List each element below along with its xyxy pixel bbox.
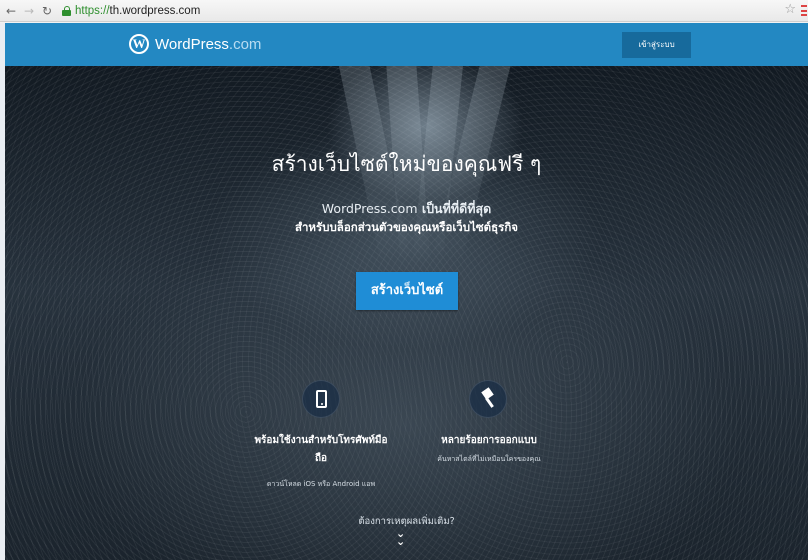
brand-logo-link[interactable]: W WordPress.com	[129, 34, 261, 54]
feature-mobile-title: พร้อมใช้งานสำหรับโทรศัพท์มือ ถือ	[248, 432, 394, 468]
bookmark-star-icon[interactable]: ☆	[784, 2, 796, 17]
hero-subtitle-line2: สำหรับบล็อกส่วนตัวของคุณหรือเว็บไซต์ธุรก…	[294, 220, 519, 234]
back-arrow-icon[interactable]: ←	[4, 4, 18, 18]
feature-mobile-title-line1: พร้อมใช้งานสำหรับโทรศัพท์มือ	[254, 435, 388, 446]
paintbrush-icon	[481, 387, 495, 409]
lock-icon	[62, 5, 71, 16]
feature-mobile-title-line2: ถือ	[314, 453, 328, 464]
url-scheme: https://	[75, 4, 110, 17]
browser-menu-icon[interactable]	[801, 5, 807, 16]
reload-icon[interactable]: ↻	[40, 4, 54, 18]
feature-mobile-desc[interactable]: ดาวน์โหลด iOS หรือ Android แอพ	[248, 479, 394, 490]
login-button[interactable]: เข้าสู่ระบบ	[622, 32, 691, 58]
hero-subtitle-rest: เป็นที่ที่ดีที่สุด	[417, 201, 492, 216]
feature-design-desc: ค้นหาสไตล์ที่ไม่เหมือนใครของคุณ	[437, 455, 541, 463]
url-host: th.wordpress.com	[109, 4, 201, 17]
masthead: W WordPress.com เข้าสู่ระบบ	[5, 23, 808, 66]
hero-subtitle-brand: WordPress.com	[321, 201, 418, 216]
brand-main: WordPress	[155, 35, 229, 53]
hero-background	[5, 66, 808, 560]
window-edge	[0, 23, 5, 560]
more-reasons-link[interactable]: ต้องการเหตุผลเพิ่มเติม?	[5, 514, 808, 529]
address-bar[interactable]: https://th.wordpress.com	[62, 5, 200, 17]
brand-tld: .com	[228, 35, 262, 53]
feature-design-title: หลายร้อยการออกแบบ	[441, 435, 537, 446]
create-site-button[interactable]: สร้างเว็บไซต์	[356, 272, 458, 310]
forward-arrow-icon[interactable]: →	[22, 4, 36, 18]
hero-subtitle: WordPress.com เป็นที่ที่ดีที่สุด	[5, 199, 808, 219]
double-chevron-down-icon[interactable]: ⌄ ⌄	[396, 528, 405, 547]
feature-design-icon-circle	[469, 380, 507, 418]
browser-toolbar: ← → ↻ https://th.wordpress.com ☆	[0, 0, 808, 22]
phone-icon	[316, 390, 327, 408]
feature-mobile-icon-circle	[302, 380, 340, 418]
hero-title: สร้างเว็บไซต์ใหม่ของคุณฟรี ๆ	[271, 152, 542, 176]
wordpress-logo-icon: W	[129, 34, 149, 54]
brand-name: WordPress.com	[155, 36, 261, 53]
